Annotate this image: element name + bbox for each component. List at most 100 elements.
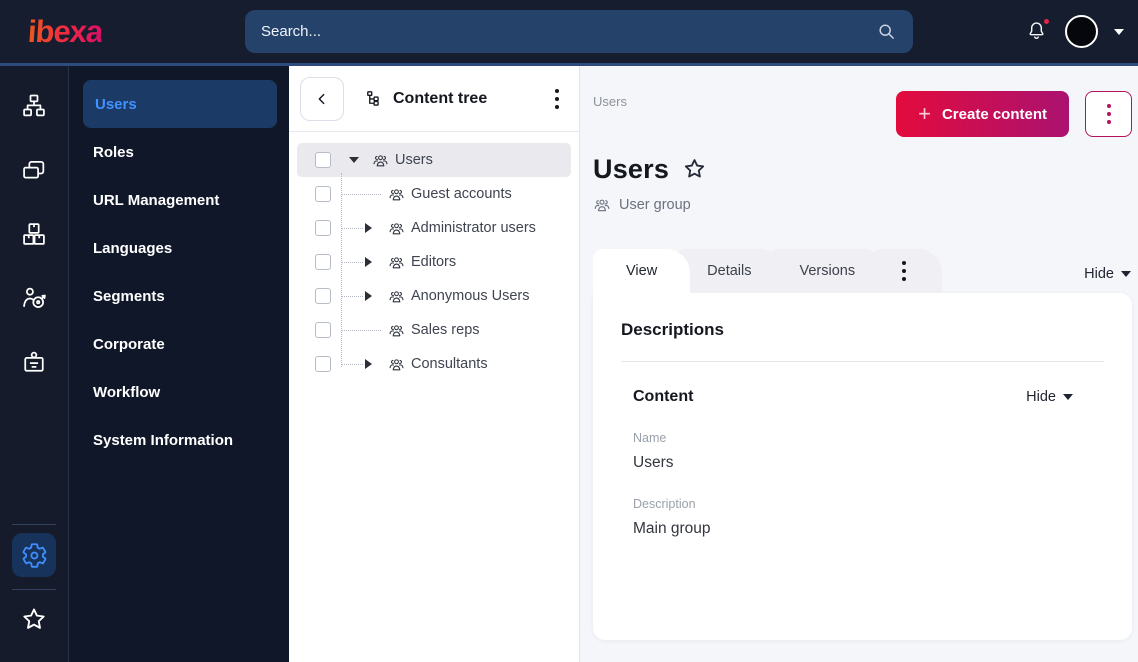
tree-item-label: Administrator users	[411, 220, 536, 236]
gear-icon	[21, 542, 48, 569]
sidebar-item-label: Users	[95, 95, 137, 113]
tree-options-kebab-icon[interactable]	[551, 83, 563, 115]
collapse-node-icon[interactable]	[349, 157, 359, 163]
sidebar: Users Roles URL Management Languages Seg…	[69, 66, 289, 662]
sidebar-item-system-information[interactable]: System Information	[69, 416, 289, 464]
tab-label: Versions	[799, 263, 856, 279]
tree-item-guest-accounts[interactable]: Guest accounts	[297, 177, 571, 211]
sidebar-item-users[interactable]: Users	[83, 80, 277, 128]
rail-item-content[interactable]	[12, 84, 56, 128]
logo-wrap: ibexa	[0, 14, 245, 49]
user-group-icon	[388, 322, 405, 339]
tree-item-administrator-users[interactable]: Administrator users	[297, 211, 571, 245]
rail-item-products[interactable]	[12, 212, 56, 256]
expand-node-icon[interactable]	[365, 291, 372, 301]
sidebar-item-workflow[interactable]: Workflow	[69, 368, 289, 416]
page-options-button[interactable]	[1085, 91, 1132, 137]
avatar[interactable]	[1065, 15, 1098, 48]
tree-item-checkbox[interactable]	[315, 322, 331, 338]
tree-item-checkbox[interactable]	[315, 288, 331, 304]
sidebar-item-segments[interactable]: Segments	[69, 272, 289, 320]
content-tree-title: Content tree	[365, 89, 487, 108]
id-badge-icon	[20, 348, 48, 376]
create-content-button[interactable]: + Create content	[896, 91, 1069, 137]
expand-node-icon[interactable]	[365, 257, 372, 267]
rail-item-admin-settings[interactable]	[12, 533, 56, 577]
content-tree-title-text: Content tree	[393, 89, 488, 107]
sidebar-item-label: Segments	[93, 287, 165, 305]
tree-item-label: Anonymous Users	[411, 288, 530, 304]
tree-item-editors[interactable]: Editors	[297, 245, 571, 279]
hide-toggle[interactable]: Hide	[1084, 266, 1132, 282]
topbar: ibexa	[0, 0, 1138, 66]
content-tree-panel: Content tree Users Guest accounts Admini…	[289, 66, 580, 662]
sidebar-item-label: Workflow	[93, 383, 161, 401]
tree-item-checkbox[interactable]	[315, 254, 331, 270]
tab-versions[interactable]: Versions	[768, 249, 887, 293]
search-icon[interactable]	[876, 21, 897, 42]
field-label-description: Description	[633, 497, 696, 511]
ibexa-logo[interactable]: ibexa	[27, 14, 104, 49]
page-title: Users	[593, 154, 670, 184]
tree-item-checkbox[interactable]	[315, 152, 331, 168]
tree-item-checkbox[interactable]	[315, 220, 331, 236]
section-hide-toggle[interactable]: Hide	[1026, 389, 1074, 405]
star-icon	[19, 605, 49, 635]
view-tab-card: Descriptions Content Hide Name Users Des…	[593, 293, 1132, 640]
create-content-label: Create content	[941, 105, 1047, 123]
notification-badge	[1042, 16, 1051, 26]
caret-down-icon	[1121, 271, 1131, 277]
expand-node-icon[interactable]	[365, 359, 372, 369]
tab-label: View	[626, 263, 658, 279]
sidebar-item-url-management[interactable]: URL Management	[69, 176, 289, 224]
bell-icon[interactable]	[1025, 16, 1051, 45]
sidebar-item-label: Roles	[93, 143, 134, 161]
product-boxes-icon	[20, 220, 48, 248]
global-search[interactable]	[245, 10, 913, 53]
tree-item-anonymous-users[interactable]: Anonymous Users	[297, 279, 571, 313]
user-group-icon	[372, 152, 389, 169]
expand-node-icon[interactable]	[365, 223, 372, 233]
content-tree-list: Users Guest accounts Administrator users…	[289, 143, 579, 381]
sidebar-item-corporate[interactable]: Corporate	[69, 320, 289, 368]
rail-divider-top	[12, 524, 56, 525]
tab-view[interactable]: View	[593, 249, 691, 293]
tab-details[interactable]: Details	[676, 249, 783, 293]
rail-item-personalization[interactable]	[12, 276, 56, 320]
tree-connector	[331, 143, 372, 177]
icon-rail	[0, 66, 69, 662]
rail-item-corporate[interactable]	[12, 340, 56, 384]
kebab-icon	[898, 255, 910, 287]
bookmark-star-icon[interactable]	[681, 156, 708, 183]
rail-item-bookmarks[interactable]	[12, 598, 56, 642]
sidebar-item-languages[interactable]: Languages	[69, 224, 289, 272]
tree-item-consultants[interactable]: Consultants	[297, 347, 571, 381]
user-menu-caret-icon[interactable]	[1114, 28, 1124, 35]
rail-item-pages[interactable]	[12, 148, 56, 192]
chevron-left-icon	[318, 93, 325, 104]
sidebar-item-label: Languages	[93, 239, 173, 257]
tree-item-label: Editors	[411, 254, 457, 270]
tab-label: Details	[707, 263, 752, 279]
main-content: Users + Create content Users User group …	[580, 66, 1138, 662]
descriptions-heading: Descriptions	[621, 320, 724, 339]
tree-item-checkbox[interactable]	[315, 356, 331, 372]
tree-item-checkbox[interactable]	[315, 186, 331, 202]
tree-item-sales-reps[interactable]: Sales reps	[297, 313, 571, 347]
tree-connector	[331, 313, 388, 347]
tree-connector	[331, 279, 388, 313]
tree-item-users[interactable]: Users	[297, 143, 571, 177]
search-input[interactable]	[261, 23, 876, 40]
sidebar-item-label: URL Management	[93, 191, 220, 209]
kebab-icon	[1103, 98, 1115, 130]
tree-item-label: Consultants	[411, 356, 488, 372]
tree-item-label: Users	[395, 152, 433, 168]
audience-target-icon	[20, 284, 48, 312]
collapse-tree-button[interactable]	[300, 76, 344, 121]
sidebar-item-roles[interactable]: Roles	[69, 128, 289, 176]
user-group-icon	[388, 288, 405, 305]
user-group-icon	[388, 186, 405, 203]
user-group-icon	[388, 254, 405, 271]
sidebar-item-label: Corporate	[93, 335, 165, 353]
breadcrumb[interactable]: Users	[593, 91, 627, 109]
